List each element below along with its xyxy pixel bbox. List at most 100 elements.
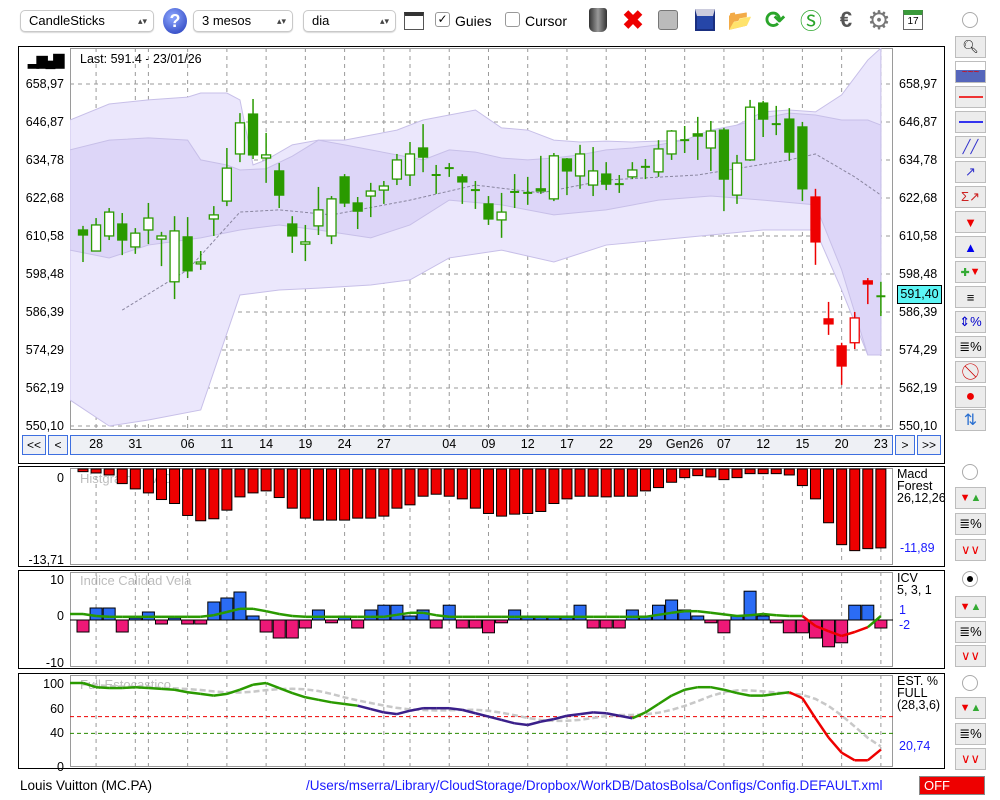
icv-y-label: -10: [45, 656, 64, 670]
stochastic-legend: EST. % FULL (28,3,6): [897, 675, 941, 712]
date-axis-label: 24: [337, 437, 352, 451]
help-icon[interactable]: ?: [163, 8, 187, 34]
stochastic-title: Full Estocastico: [80, 677, 172, 692]
zoom-icon[interactable]: 🔍︎: [955, 36, 986, 58]
volume-bars-icon[interactable]: ▂▆▄▇: [28, 52, 64, 69]
cursor-label: Cursor: [525, 13, 568, 29]
price-axis-label: 550,10: [25, 419, 64, 433]
nav-prev-button[interactable]: <: [48, 435, 68, 455]
price-axis-label: 598,48: [25, 267, 64, 281]
mini-chart-icon[interactable]: ~~~: [955, 61, 986, 83]
macd-plot-area[interactable]: [70, 468, 893, 565]
status-off-button[interactable]: OFF: [919, 776, 985, 795]
date-axis-label: 15: [795, 437, 810, 451]
folder-icon[interactable]: 📂: [727, 6, 753, 34]
icv-value: -2: [899, 618, 911, 632]
date-axis-label: 27: [376, 437, 391, 451]
price-axis-label: 658,97: [899, 77, 938, 91]
price-axis-label: 646,87: [899, 115, 938, 129]
date-axis-label: 07: [716, 437, 731, 451]
signal-arrows-icon[interactable]: ▼ ▲: [955, 596, 986, 618]
interval-value: dia: [312, 13, 330, 28]
currency-refresh-icon[interactable]: Ⓢ: [798, 6, 824, 34]
calendar-icon[interactable]: 17: [900, 6, 926, 34]
signal-arrows-icon[interactable]: ▼ ▲: [955, 697, 986, 719]
price-axis-label: 622,68: [25, 191, 64, 205]
icv-signal-value: 1: [899, 603, 906, 617]
buy-arrow-icon[interactable]: ▲: [955, 236, 986, 258]
date-axis-label: 11: [220, 437, 234, 451]
config-path-link[interactable]: /Users/mserra/Library/CloudStorage/Dropb…: [306, 778, 882, 793]
stochastic-panel-radio[interactable]: [962, 675, 978, 691]
red-line-tool-icon[interactable]: [955, 86, 986, 108]
percent-lines-icon[interactable]: ≣%: [955, 621, 986, 643]
period-select[interactable]: 3 mesos ▴▾: [193, 10, 293, 32]
price-axis-label: 586,39: [25, 305, 64, 319]
channel-tool-icon[interactable]: ╱╱: [955, 136, 986, 158]
dashed-lines-icon[interactable]: ≡: [955, 286, 986, 308]
stochastic-params: (28,3,6): [897, 698, 941, 712]
macd-title: Histgrama MACD: [80, 471, 182, 486]
oscillator-curve-icon[interactable]: ∨∨: [955, 645, 986, 667]
sigma-trendline-icon[interactable]: Σ↗: [955, 186, 986, 208]
percent-range-icon[interactable]: ⇕%: [955, 311, 986, 333]
euro-icon[interactable]: €: [833, 6, 859, 34]
oscillator-curve-icon[interactable]: ∨∨: [955, 539, 986, 561]
date-axis-label: 31: [128, 437, 143, 451]
sync-icon[interactable]: ⇅: [955, 409, 986, 431]
interval-select[interactable]: dia ▴▾: [303, 10, 396, 32]
trash-icon[interactable]: [585, 6, 611, 34]
nav-next-button[interactable]: >: [895, 435, 915, 455]
percent-lines-icon[interactable]: ≣%: [955, 513, 986, 535]
chart-type-select[interactable]: CandleSticks ▴▾: [20, 10, 154, 32]
stochastic-y-label: 0: [57, 760, 64, 774]
add-signal-icon[interactable]: ✚ ▼: [955, 261, 986, 283]
screenshot-icon[interactable]: [655, 6, 681, 34]
price-axis-label: 610,58: [899, 229, 938, 243]
nav-last-button[interactable]: >>: [917, 435, 941, 455]
date-axis-label: 20: [834, 437, 849, 451]
date-axis-label: 28: [89, 437, 104, 451]
price-axis-label: 634,78: [25, 153, 64, 167]
guides-checkbox[interactable]: ✓: [435, 12, 450, 27]
macd-panel-radio[interactable]: [962, 464, 978, 480]
chevron-updown-icon: ▴▾: [379, 16, 389, 26]
record-icon[interactable]: ●: [955, 386, 986, 408]
chart-type-value: CandleSticks: [29, 13, 105, 28]
date-axis-label: 29: [638, 437, 653, 451]
signal-arrows-icon[interactable]: ▼ ▲: [955, 487, 986, 509]
chevron-updown-icon: ▴▾: [137, 16, 147, 26]
stochastic-value: 20,74: [899, 739, 931, 753]
refresh-icon[interactable]: ⟳: [762, 6, 788, 34]
nav-first-button[interactable]: <<: [22, 435, 46, 455]
date-axis-label: 22: [599, 437, 614, 451]
price-axis-label: 550,10: [899, 419, 938, 433]
price-axis-label: 586,39: [899, 305, 938, 319]
icv-plot-area[interactable]: [70, 572, 893, 667]
gear-icon[interactable]: ⚙: [866, 5, 892, 35]
icv-y-label: 10: [50, 573, 64, 587]
sell-arrow-icon[interactable]: ▼: [955, 211, 986, 233]
date-axis-label: 04: [442, 437, 457, 451]
cursor-checkbox[interactable]: [505, 12, 520, 27]
blue-line-tool-icon[interactable]: [955, 111, 986, 133]
stochastic-plot-area[interactable]: [70, 675, 893, 767]
chart-window-icon[interactable]: [404, 12, 424, 30]
trendline-tool-icon[interactable]: ↗: [955, 161, 986, 183]
last-price-label: Last: 591.4 - 23/01/26: [80, 52, 202, 66]
percent-lines-icon[interactable]: ≣%: [955, 723, 986, 745]
price-axis-label: 562,19: [25, 381, 64, 395]
percent-lines-icon[interactable]: ≣%: [955, 336, 986, 358]
chevron-updown-icon: ▴▾: [276, 16, 286, 26]
save-icon[interactable]: [692, 6, 718, 34]
main-plot-area[interactable]: [70, 48, 893, 430]
price-axis-label: 598,48: [899, 267, 938, 281]
oscillator-curve-icon[interactable]: ∨∨: [955, 748, 986, 770]
date-axis-label: Gen26: [665, 437, 704, 451]
price-axis-label: 574,29: [899, 343, 938, 357]
main-panel-radio[interactable]: [962, 12, 978, 28]
price-axis-label: 574,29: [25, 343, 64, 357]
icv-panel-radio[interactable]: [962, 571, 978, 587]
no-entry-icon[interactable]: 🚫︎: [955, 361, 986, 383]
delete-icon[interactable]: ✖: [620, 5, 646, 35]
